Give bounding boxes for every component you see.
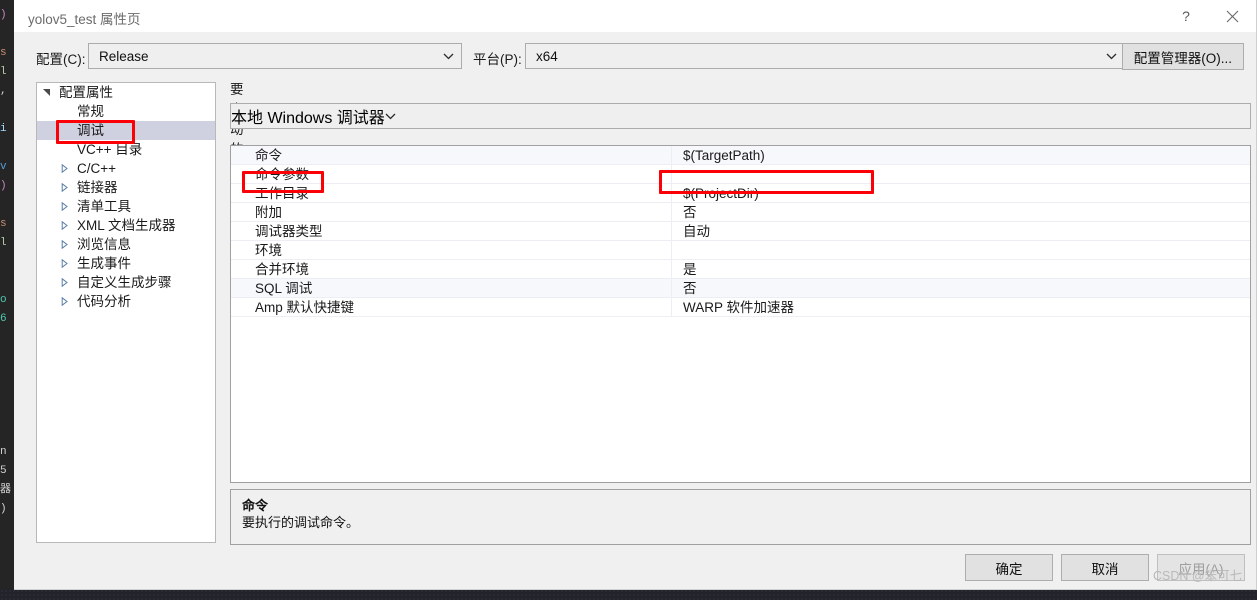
tree-item-2[interactable]: 调试	[37, 121, 215, 140]
tree-item-label: 常规	[77, 104, 104, 119]
close-icon[interactable]	[1210, 0, 1254, 32]
property-name: 工作目录	[231, 184, 672, 202]
platform-label: 平台(P):	[473, 52, 522, 67]
tree-item-3[interactable]: VC++ 目录	[37, 140, 215, 159]
platform-value: x64	[536, 48, 558, 64]
expander-collapsed-icon[interactable]	[55, 216, 73, 235]
tree-item-10[interactable]: 自定义生成步骤	[37, 273, 215, 292]
apply-button: 应用(A)	[1157, 554, 1245, 581]
editor-bottom-panel	[0, 589, 1257, 600]
property-name: 合并环境	[231, 260, 672, 278]
debugger-to-launch-value: 本地 Windows 调试器	[231, 110, 385, 127]
platform-dropdown[interactable]: x64	[525, 43, 1125, 69]
configuration-label: 配置(C):	[36, 52, 86, 67]
tree-item-7[interactable]: XML 文档生成器	[37, 216, 215, 235]
property-grid[interactable]: 命令 $(TargetPath) 命令参数 工作目录 $(ProjectDir) 附加否调…	[230, 145, 1251, 483]
property-row-7[interactable]: SQL 调试否	[231, 279, 1250, 298]
property-name: Amp 默认快捷键	[231, 298, 672, 316]
property-row-2[interactable]: 工作目录 $(ProjectDir)	[231, 184, 1250, 203]
property-value[interactable]	[672, 241, 1250, 259]
expander-collapsed-icon[interactable]	[55, 235, 73, 254]
dialog-titlebar: yolov5_test 属性页 ?	[14, 0, 1256, 32]
property-value[interactable]: 否	[672, 279, 1250, 297]
debugger-to-launch-dropdown[interactable]: 本地 Windows 调试器	[230, 103, 1251, 129]
property-row-6[interactable]: 合并环境是	[231, 260, 1250, 279]
tree-item-9[interactable]: 生成事件	[37, 254, 215, 273]
tree-item-0[interactable]: 配置属性	[37, 83, 215, 102]
property-value[interactable]: $(ProjectDir)	[672, 184, 1250, 202]
ok-button[interactable]: 确定	[965, 554, 1053, 581]
cancel-button[interactable]: 取消	[1061, 554, 1149, 581]
expander-collapsed-icon[interactable]	[55, 292, 73, 311]
chevron-down-icon	[1098, 44, 1124, 68]
property-name: 环境	[231, 241, 672, 259]
property-name: 命令参数	[231, 165, 672, 183]
property-value[interactable]: $(TargetPath)	[672, 146, 1250, 164]
property-value[interactable]: WARP 软件加速器	[672, 298, 1250, 316]
configuration-dropdown[interactable]: Release	[88, 43, 462, 69]
expander-expanded-icon[interactable]	[37, 83, 55, 102]
tree-item-4[interactable]: C/C++	[37, 159, 215, 178]
dialog-title: yolov5_test 属性页	[28, 12, 141, 27]
configuration-bar: 配置(C): Release 平台(P): x64 配置管理器(O)...	[14, 32, 1256, 82]
property-row-4[interactable]: 调试器类型 自动	[231, 222, 1250, 241]
property-tree[interactable]: 配置属性常规调试 VC++ 目录 C/C++ 链接器 清单工具 XML 文档生成器 浏览信息…	[36, 82, 216, 543]
property-name: 命令	[231, 146, 672, 164]
tree-item-1[interactable]: 常规	[37, 102, 215, 121]
tree-item-8[interactable]: 浏览信息	[37, 235, 215, 254]
property-value[interactable]: 否	[672, 203, 1250, 221]
configuration-manager-button[interactable]: 配置管理器(O)...	[1121, 43, 1244, 70]
tree-item-5[interactable]: 链接器	[37, 178, 215, 197]
chevron-down-icon	[385, 107, 396, 125]
property-row-0[interactable]: 命令 $(TargetPath)	[231, 146, 1250, 165]
property-value[interactable]: 自动	[672, 222, 1250, 240]
chevron-down-icon	[435, 44, 461, 68]
expander-collapsed-icon[interactable]	[55, 159, 73, 178]
property-row-8[interactable]: Amp 默认快捷键 WARP 软件加速器	[231, 298, 1250, 317]
property-row-1[interactable]: 命令参数	[231, 165, 1250, 184]
property-name: 调试器类型	[231, 222, 672, 240]
property-row-5[interactable]: 环境	[231, 241, 1250, 260]
expander-collapsed-icon[interactable]	[55, 197, 73, 216]
expander-collapsed-icon[interactable]	[55, 254, 73, 273]
expander-collapsed-icon[interactable]	[55, 273, 73, 292]
property-value[interactable]: 是	[672, 260, 1250, 278]
tree-item-label: 配置属性	[59, 85, 113, 100]
help-icon[interactable]: ?	[1164, 0, 1208, 32]
configuration-value: Release	[99, 48, 149, 64]
tree-item-6[interactable]: 清单工具	[37, 197, 215, 216]
description-title: 命令	[242, 498, 269, 513]
tree-item-label: 调试	[77, 123, 104, 138]
description-body: 要执行的调试命令。	[242, 515, 360, 530]
property-row-3[interactable]: 附加否	[231, 203, 1250, 222]
tree-item-label: VC++ 目录	[77, 142, 143, 157]
tree-item-11[interactable]: 代码分析	[37, 292, 215, 311]
property-pages-dialog: yolov5_test 属性页 ? 配置(C): Release 平台(P): …	[14, 0, 1257, 590]
property-value[interactable]	[672, 165, 1250, 183]
expander-collapsed-icon[interactable]	[55, 178, 73, 197]
description-pane: 命令 要执行的调试命令。	[230, 489, 1251, 545]
property-name: SQL 调试	[231, 279, 672, 297]
property-name: 附加	[231, 203, 672, 221]
